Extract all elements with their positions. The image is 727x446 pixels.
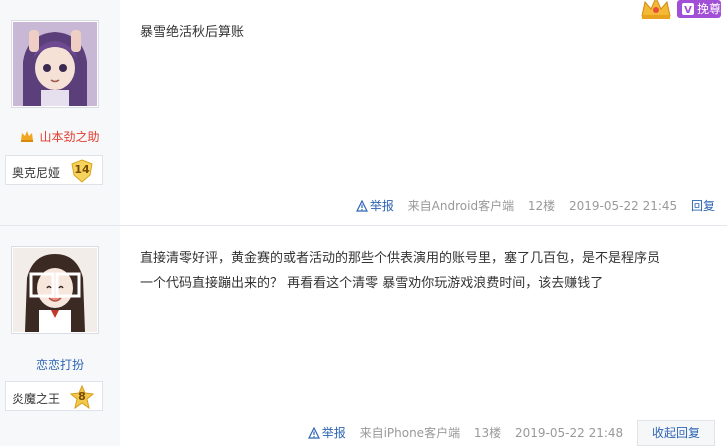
author-sidebar: 恋恋打扮 炎魔之王 8 — [0, 226, 120, 446]
report-link[interactable]: 举报 — [298, 426, 346, 440]
floor-number: 12楼 — [527, 199, 556, 213]
report-label: 举报 — [321, 426, 346, 440]
warning-icon — [355, 199, 368, 215]
floor-number: 13楼 — [473, 426, 502, 440]
post-floor-12: 山本劲之助 奥克尼娅 14 暴雪绝活秋后算账 举报 来自Android客户端 1… — [0, 0, 727, 226]
level-badge: 14 — [70, 159, 94, 183]
post-content: 直接清零好评，黄金赛的或者活动的那些个供表演用的账号里，塞了几百包，是不是程序员… — [140, 246, 710, 296]
avatar-image — [13, 248, 97, 332]
level-number: 14 — [74, 163, 90, 176]
post-floor-13: 恋恋打扮 炎魔之王 8 直接清零好评，黄金赛的或者活动的那些个供表演用的账号里，… — [0, 226, 727, 446]
level-badge: 8 — [70, 385, 94, 409]
vip-crown-icon — [20, 129, 34, 146]
avatar[interactable] — [11, 20, 99, 108]
content-line: 暴雪绝活秋后算账 — [140, 25, 245, 40]
level-number: 8 — [78, 390, 86, 403]
author-sidebar: 山本劲之助 奥克尼娅 14 — [0, 0, 120, 226]
forum-badge[interactable]: 炎魔之王 8 — [5, 381, 103, 411]
badge-title: 奥克尼娅 — [12, 166, 61, 180]
username-link[interactable]: 山本劲之助 — [0, 128, 120, 146]
forum-badge[interactable]: 奥克尼娅 14 — [5, 155, 103, 185]
username-text: 山本劲之助 — [39, 130, 100, 144]
reply-link[interactable]: 回复 — [691, 199, 715, 213]
collapse-reply-button[interactable]: 收起回复 — [636, 420, 715, 446]
post-source: 来自iPhone客户端 — [359, 426, 461, 440]
post-time: 2019-05-22 21:45 — [569, 199, 678, 213]
report-link[interactable]: 举报 — [346, 199, 394, 213]
post-time: 2019-05-22 21:48 — [515, 426, 624, 440]
username-link[interactable]: 恋恋打扮 — [0, 356, 120, 373]
avatar-image — [13, 22, 97, 106]
content-line: 直接清零好评，黄金赛的或者活动的那些个供表演用的账号里，塞了几百包，是不是程序员 — [140, 251, 661, 266]
warning-icon — [307, 426, 320, 442]
post-source: 来自Android客户端 — [407, 199, 515, 213]
badge-title: 炎魔之王 — [12, 392, 61, 406]
post-tail: 举报 来自Android客户端 12楼 2019-05-22 21:45 回复 — [346, 197, 715, 215]
report-label: 举报 — [369, 199, 394, 213]
content-line: 一个代码直接蹦出来的？ 再看看这个清零 暴雪劝你玩游戏浪费时间，该去赚钱了 — [140, 276, 604, 291]
avatar[interactable] — [11, 246, 99, 334]
post-tail: 举报 来自iPhone客户端 13楼 2019-05-22 21:48 收起回复 — [298, 420, 715, 446]
post-content: 暴雪绝活秋后算账 — [140, 20, 710, 45]
